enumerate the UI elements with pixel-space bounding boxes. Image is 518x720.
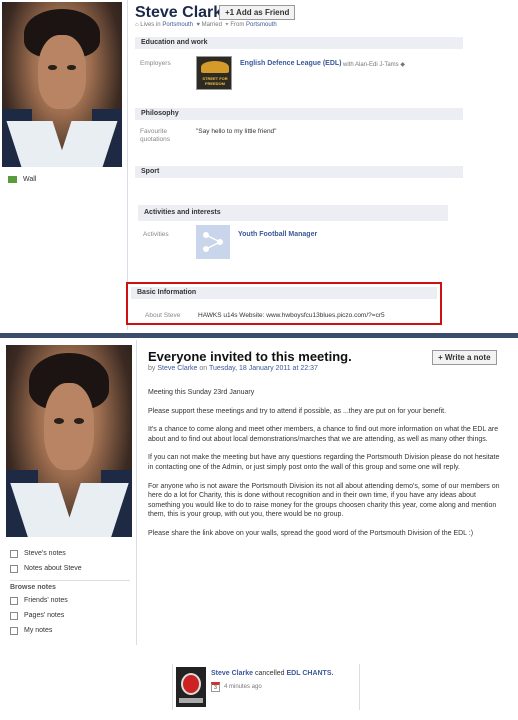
note-title: Everyone invited to this meeting. [148,349,352,364]
note-paragraph: It's a chance to come along and meet oth… [148,426,499,443]
notes-sidebar: Steve's notes Notes about Steve Browse n… [10,546,130,638]
notes-icon [10,626,18,635]
lives-in-label: Lives in [140,22,161,28]
education-work-header: Education and work [135,37,463,49]
about-value: HAWKS u14s Website: www.hwboysfcu13blues… [198,312,385,319]
notes-icon [10,596,18,605]
profile-summary: ⌂ Lives in Portsmouth ♥ Married ⌖ From P… [135,22,277,29]
employer-with: with Alan-Edi J-Tams ◆ [343,62,405,68]
my-notes-link[interactable]: My notes [10,623,130,638]
wall-icon [8,176,17,183]
married-label: Married [201,22,222,28]
divider [136,340,137,645]
note-paragraph: If you can not make the meeting but have… [148,454,500,471]
activities-header: Activities and interests [138,205,448,221]
notes-about-link[interactable]: Notes about Steve [10,561,130,576]
browse-notes-header: Browse notes [10,584,56,591]
employer-logo[interactable]: STREET FOR FREEDOM [196,56,232,90]
favourite-quote: "Say hello to my little friend" [196,128,277,135]
note-paragraph: For anyone who is not aware the Portsmou… [148,482,500,519]
divider [127,0,128,330]
notes-icon [10,611,18,620]
profile-picture-notes[interactable] [6,345,132,537]
employer-logo-text: STREET FOR FREEDOM [202,76,228,86]
tag-icon: ◆ [400,62,405,68]
activity-icon [196,225,230,259]
edl-badge-icon[interactable] [176,667,206,707]
timestamp: 4 minutes ago [224,684,262,690]
calendar-day: 3 [214,685,217,691]
note-paragraph: Please share the link above on your wall… [148,529,474,537]
profile-picture[interactable] [2,2,122,167]
date-link[interactable]: Tuesday, 18 January 2011 at 22:37 [209,365,318,372]
event-link[interactable]: EDL CHANTS. [287,670,334,677]
employer-link[interactable]: English Defence League (EDL) [240,60,342,67]
philosophy-header: Philosophy [135,108,463,120]
steves-notes-link[interactable]: Steve's notes [10,546,130,561]
employers-label: Employers [140,60,171,67]
profile-name: Steve Clarke [135,4,232,21]
friends-notes-link[interactable]: Friends' notes [10,593,130,608]
notes-icon [10,564,18,573]
header-bar [0,333,518,338]
note-byline: by Steve Clarke on Tuesday, 18 January 2… [148,365,318,372]
write-note-button[interactable]: + Write a note [432,350,497,365]
activities-label: Activities [143,231,169,238]
activity-story: Steve Clarke cancelled EDL CHANTS. 3 4 m… [172,664,360,710]
note-paragraph: Meeting this Sunday 23rd January [148,389,255,396]
wall-link[interactable]: Wall [8,176,36,183]
note-body: Meeting this Sunday 23rd January Please … [148,388,503,548]
basic-info-header: Basic Information [131,287,437,299]
sport-header: Sport [135,166,463,178]
notes-icon [10,549,18,558]
wall-label: Wall [23,176,37,183]
activity-link[interactable]: Youth Football Manager [238,231,317,238]
from-link[interactable]: Portsmouth [246,22,277,28]
from-label: From [230,22,245,28]
actor-link[interactable]: Steve Clarke [211,670,253,677]
quotations-label: Favourite quotations [140,128,170,143]
note-paragraph: Please support these meetings and try to… [148,407,447,415]
author-link[interactable]: Steve Clarke [157,365,197,372]
pages-notes-link[interactable]: Pages' notes [10,608,130,623]
lives-in-link[interactable]: Portsmouth [162,22,193,28]
about-label: About Steve [145,312,181,319]
calendar-icon: 3 [211,682,220,692]
action-text: cancelled [254,670,285,677]
add-friend-button[interactable]: +1 Add as Friend [219,5,296,20]
